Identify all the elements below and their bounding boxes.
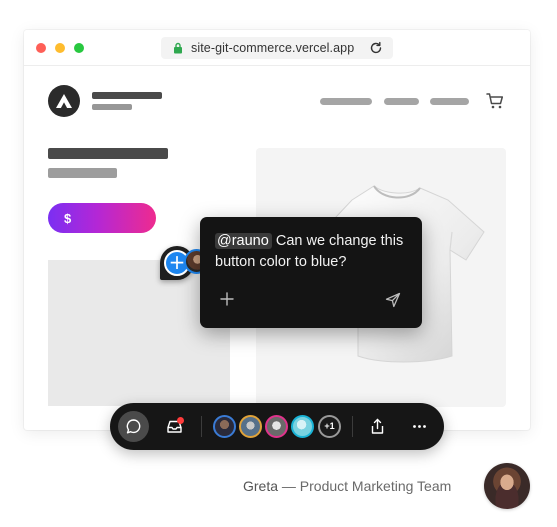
send-icon[interactable]	[385, 292, 401, 308]
close-window-button[interactable]	[36, 43, 46, 53]
store-logo[interactable]	[48, 85, 80, 117]
ellipsis-icon	[413, 425, 426, 428]
author-name: Greta	[243, 478, 279, 494]
lock-icon	[174, 42, 182, 54]
testimonial-attribution: Greta — Product Marketing Team	[243, 478, 451, 494]
address-bar[interactable]: site-git-commerce.vercel.app	[161, 37, 393, 59]
browser-titlebar: site-git-commerce.vercel.app	[24, 30, 530, 66]
collaborator-avatar-4[interactable]	[291, 415, 314, 438]
comment-mode-button[interactable]	[118, 411, 149, 442]
add-attachment-icon[interactable]	[220, 292, 234, 306]
collaborator-avatar-2[interactable]	[239, 415, 262, 438]
mention-tag[interactable]: @rauno	[215, 233, 272, 249]
url-text: site-git-commerce.vercel.app	[191, 41, 355, 55]
toolbar-divider	[201, 416, 202, 437]
minimize-window-button[interactable]	[55, 43, 65, 53]
store-tagline-placeholder	[92, 104, 132, 110]
product-price-placeholder	[48, 168, 117, 178]
comment-body[interactable]: @rauno Can we change this button color t…	[215, 231, 415, 273]
author-role: Product Marketing Team	[299, 478, 452, 494]
share-icon	[371, 418, 384, 434]
nav-link-3[interactable]	[430, 98, 469, 105]
nav-link-1[interactable]	[320, 98, 372, 105]
nav-link-2[interactable]	[384, 98, 419, 105]
collaborator-avatar-1[interactable]	[213, 415, 236, 438]
store-name-placeholder	[92, 92, 162, 99]
product-title-placeholder	[48, 148, 168, 159]
more-options-button[interactable]	[404, 411, 435, 442]
more-collaborators-badge[interactable]: +1	[318, 415, 341, 438]
collaboration-toolbar: +1	[110, 403, 444, 450]
collaborator-avatar-3[interactable]	[265, 415, 288, 438]
comment-popover: @rauno Can we change this button color t…	[200, 217, 422, 328]
buy-button-label: $	[64, 210, 72, 226]
maximize-window-button[interactable]	[74, 43, 84, 53]
author-avatar	[484, 463, 530, 509]
attribution-separator: —	[281, 478, 296, 494]
share-button[interactable]	[362, 411, 393, 442]
inbox-button[interactable]	[159, 411, 190, 442]
toolbar-divider	[352, 416, 353, 437]
buy-button[interactable]: $	[48, 203, 156, 233]
speech-bubble-icon	[126, 419, 141, 434]
notification-dot	[177, 417, 184, 424]
cart-icon[interactable]	[486, 92, 504, 110]
triangle-logo-icon	[56, 94, 72, 108]
reload-icon[interactable]	[369, 41, 383, 55]
